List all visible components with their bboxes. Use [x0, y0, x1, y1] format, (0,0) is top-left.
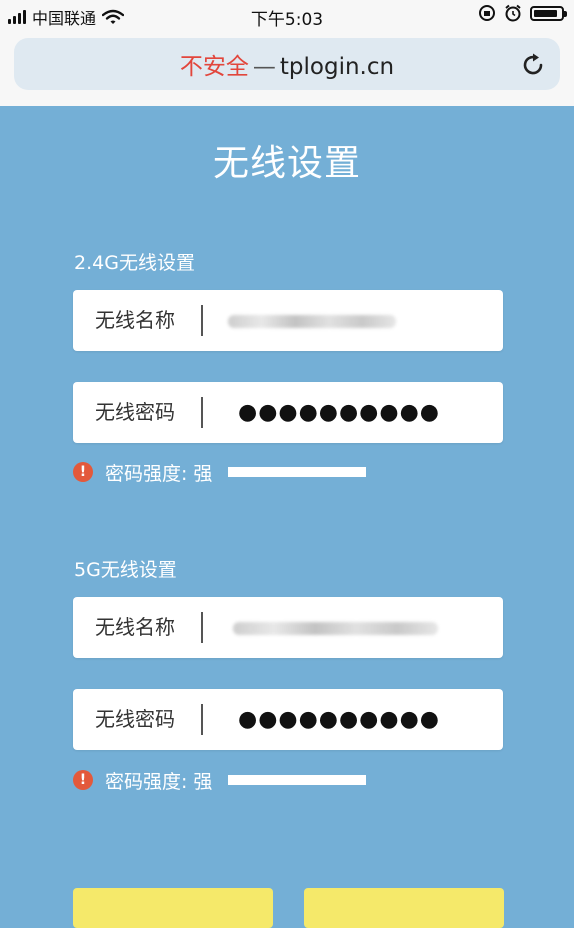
battery-icon [530, 5, 567, 21]
left-action-button[interactable] [73, 888, 273, 928]
url-separator: — [252, 54, 276, 80]
alarm-icon [505, 4, 521, 22]
strength-bar [228, 775, 367, 785]
ssid-value-blurred [233, 622, 438, 635]
password-value: ●●●●●●●●●● [238, 707, 440, 732]
field-divider [201, 612, 203, 643]
password-5g-field[interactable]: 无线密码 ●●●●●●●●●● [73, 689, 503, 750]
ssid-value-blurred [228, 315, 396, 328]
browser-chrome: 不安全 — tplogin.cn [0, 32, 574, 106]
address-bar[interactable]: 不安全 — tplogin.cn [14, 38, 560, 90]
warning-icon: ! [73, 462, 93, 482]
section-heading-2g: 2.4G无线设置 [74, 252, 195, 274]
strength-value: 强 [193, 462, 213, 485]
status-bar: 中国联通 下午5:03 [0, 0, 574, 32]
strength-label: 密码强度: [105, 770, 188, 793]
password-2g-field[interactable]: 无线密码 ●●●●●●●●●● [73, 382, 503, 443]
password-strength-2g: ! 密码强度: 强 [73, 461, 367, 485]
ssid-5g-field[interactable]: 无线名称 [73, 597, 503, 658]
password-label: 无线密码 [95, 400, 175, 424]
insecure-label: 不安全 [179, 54, 249, 80]
strength-bar [228, 467, 367, 477]
section-heading-5g: 5G无线设置 [74, 559, 177, 581]
ssid-2g-field[interactable]: 无线名称 [73, 290, 503, 351]
password-strength-5g: ! 密码强度: 强 [73, 769, 367, 793]
ssid-label: 无线名称 [95, 308, 175, 332]
strength-value: 强 [193, 770, 213, 793]
password-label: 无线密码 [95, 707, 175, 731]
right-action-button[interactable] [304, 888, 504, 928]
ssid-label: 无线名称 [95, 615, 175, 639]
field-divider [201, 704, 203, 735]
strength-label: 密码强度: [105, 462, 188, 485]
reload-icon[interactable] [520, 52, 546, 78]
url-domain: tplogin.cn [279, 54, 395, 80]
page-title: 无线设置 [212, 143, 361, 184]
orientation-lock-icon [479, 5, 495, 21]
warning-icon: ! [73, 770, 93, 790]
field-divider [201, 305, 203, 336]
password-value: ●●●●●●●●●● [238, 400, 440, 425]
field-divider [201, 397, 203, 428]
